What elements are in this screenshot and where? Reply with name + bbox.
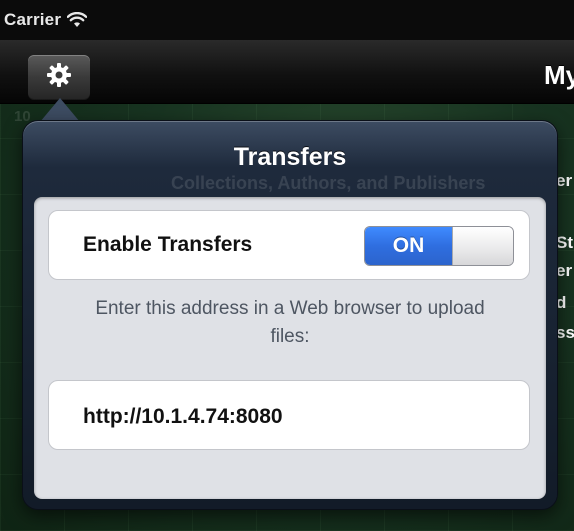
- background-ghost-text: Collections, Authors, and Publishers: [171, 173, 486, 193]
- enable-transfers-switch[interactable]: ON: [364, 226, 514, 266]
- popover-arrow: [40, 98, 80, 122]
- transfers-popover: Collections, Authors, and Publishers Tra…: [22, 120, 558, 510]
- address-cell: http://10.1.4.74:8080: [48, 380, 530, 450]
- popover-title: Transfers: [233, 143, 347, 171]
- carrier-label: Carrier: [4, 10, 62, 29]
- screen: Carrier My 10 er St er d ss Collections,…: [0, 0, 574, 531]
- enable-transfers-cell: Enable Transfers ON: [48, 210, 530, 280]
- popover-content: Enable Transfers ON Enter this address i…: [34, 197, 546, 499]
- upload-address: http://10.1.4.74:8080: [83, 405, 283, 428]
- switch-on-label: ON: [365, 227, 452, 265]
- status-bar: Carrier: [0, 0, 574, 40]
- background-fragment: St: [556, 233, 573, 252]
- wifi-icon: [66, 11, 88, 28]
- background-fragment: ss: [556, 323, 574, 342]
- switch-knob[interactable]: [452, 227, 513, 265]
- background-fragment: d: [556, 293, 567, 312]
- upload-hint-text: Enter this address in a Web browser to u…: [95, 298, 485, 347]
- settings-button[interactable]: [28, 55, 90, 99]
- navigation-bar: My: [0, 40, 574, 104]
- gear-icon: [46, 62, 72, 93]
- background-fragment: er: [556, 171, 573, 190]
- page-title: My: [544, 60, 574, 90]
- enable-transfers-label: Enable Transfers: [83, 233, 253, 256]
- background-fragment: er: [556, 261, 573, 280]
